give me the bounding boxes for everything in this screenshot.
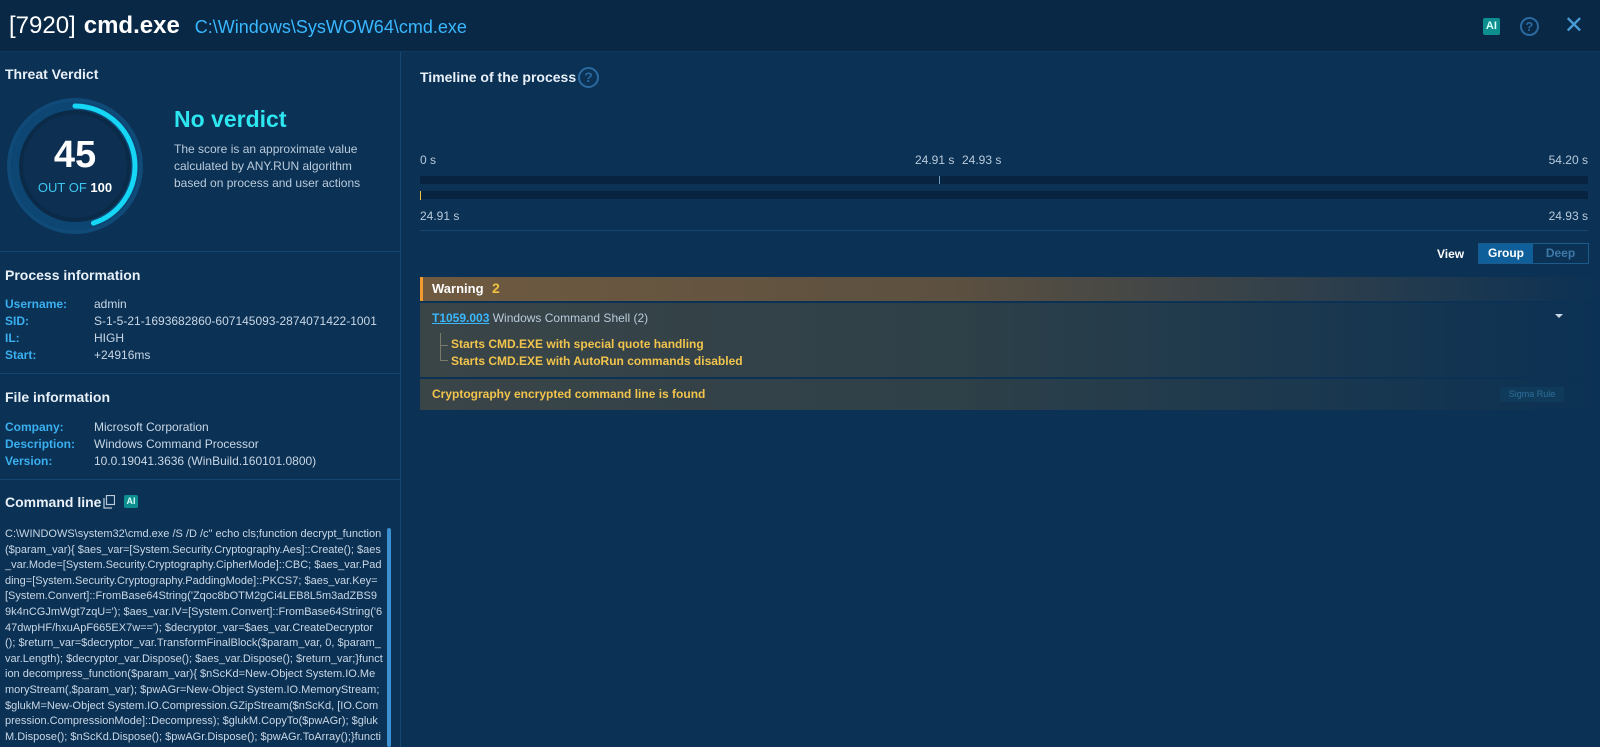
warning-header[interactable]: Warning 2	[420, 277, 1600, 301]
sigma-rule-badge: Sigma Rule	[1500, 387, 1564, 402]
warning-item[interactable]: Starts CMD.EXE with AutoRun commands dis…	[451, 354, 743, 368]
close-icon[interactable]: ✕	[1564, 14, 1584, 38]
window-header: [7920] cmd.exe C:\Windows\SysWOW64\cmd.e…	[0, 0, 1600, 52]
process-pid: [7920]	[9, 11, 76, 39]
warning-row[interactable]: Cryptography encrypted command line is f…	[420, 379, 1600, 410]
threat-verdict-title: Threat Verdict	[5, 66, 99, 82]
command-line-title: Command line	[5, 494, 102, 510]
field-description: Description: Windows Command Processor	[5, 437, 259, 451]
score-max: OUT OF 100	[37, 180, 113, 195]
score-gauge: 45 OUT OF 100	[5, 96, 145, 236]
copy-icon[interactable]	[103, 494, 116, 509]
timeline-track[interactable]	[420, 176, 1588, 184]
warning-group: T1059.003 Windows Command Shell (2) Star…	[420, 303, 1600, 377]
field-version: Version: 10.0.19041.3636 (WinBuild.160101…	[5, 454, 317, 468]
right-panel: Timeline of the process ? 0 s 24.91 s 24…	[402, 52, 1600, 747]
view-label: View	[1437, 247, 1465, 261]
left-panel: Threat Verdict 45 OUT OF 100 No verdict …	[0, 52, 401, 747]
chevron-down-icon[interactable]	[1555, 314, 1563, 318]
process-name: cmd.exe	[83, 11, 180, 39]
warning-count: 2	[492, 280, 500, 296]
tree-line	[440, 345, 448, 346]
divider	[0, 373, 401, 374]
process-path: C:\Windows\SysWOW64\cmd.exe	[194, 16, 467, 37]
score-value: 45	[53, 134, 97, 176]
command-line-text: C:\WINDOWS\system32\cmd.exe /S /D /c" ec…	[5, 528, 383, 747]
field-il: IL: HIGH	[5, 331, 124, 345]
warning-item: Cryptography encrypted command line is f…	[432, 387, 706, 401]
tree-line	[440, 333, 441, 361]
timeline-marker	[939, 176, 940, 184]
field-username: Username: admin	[5, 297, 127, 311]
timeline-event-marker	[420, 191, 421, 200]
technique-link[interactable]: T1059.003	[432, 311, 489, 325]
divider	[0, 479, 401, 480]
verdict-description: The score is an approximate value calcul…	[174, 142, 361, 190]
timeline-help[interactable]: ?	[578, 67, 599, 88]
timeline-label-mid-a: 24.91 s	[915, 153, 955, 167]
help-icon[interactable]: ?	[578, 67, 599, 88]
field-company: Company: Microsoft Corporation	[5, 420, 209, 434]
file-info-title: File information	[5, 389, 110, 405]
zoom-label-end: 24.93 s	[1548, 209, 1588, 223]
view-deep-button[interactable]: Deep	[1533, 244, 1588, 263]
timeline-label-end: 54.20 s	[1548, 153, 1588, 167]
ai-icon[interactable]: AI	[124, 495, 138, 508]
technique-name: Windows Command Shell (2)	[492, 311, 649, 325]
technique-row: T1059.003 Windows Command Shell (2)	[432, 311, 648, 325]
field-start: Start: +24916ms	[5, 348, 151, 362]
timeline-label-mid-b: 24.93 s	[962, 153, 1002, 167]
scrollbar[interactable]	[387, 528, 391, 747]
process-info-title: Process information	[5, 267, 141, 283]
field-sid: SID: S-1-5-21-1693682860-607145093-287407…	[5, 314, 377, 328]
zoom-label-start: 24.91 s	[420, 209, 460, 223]
warning-item[interactable]: Starts CMD.EXE with special quote handli…	[451, 337, 704, 351]
tree-line	[440, 360, 448, 361]
view-toggle: Group Deep	[1478, 243, 1589, 264]
view-group-button[interactable]: Group	[1479, 244, 1533, 263]
timeline-zoom-track[interactable]	[420, 191, 1588, 199]
warning-label: Warning	[432, 281, 484, 296]
divider	[0, 251, 401, 252]
timeline-title: Timeline of the process	[420, 69, 577, 85]
divider	[420, 230, 1588, 231]
timeline-label-start: 0 s	[420, 153, 437, 167]
verdict-label: No verdict	[174, 106, 287, 132]
ai-icon[interactable]: AI	[1482, 17, 1500, 35]
help-icon[interactable]: ?	[1519, 16, 1539, 36]
